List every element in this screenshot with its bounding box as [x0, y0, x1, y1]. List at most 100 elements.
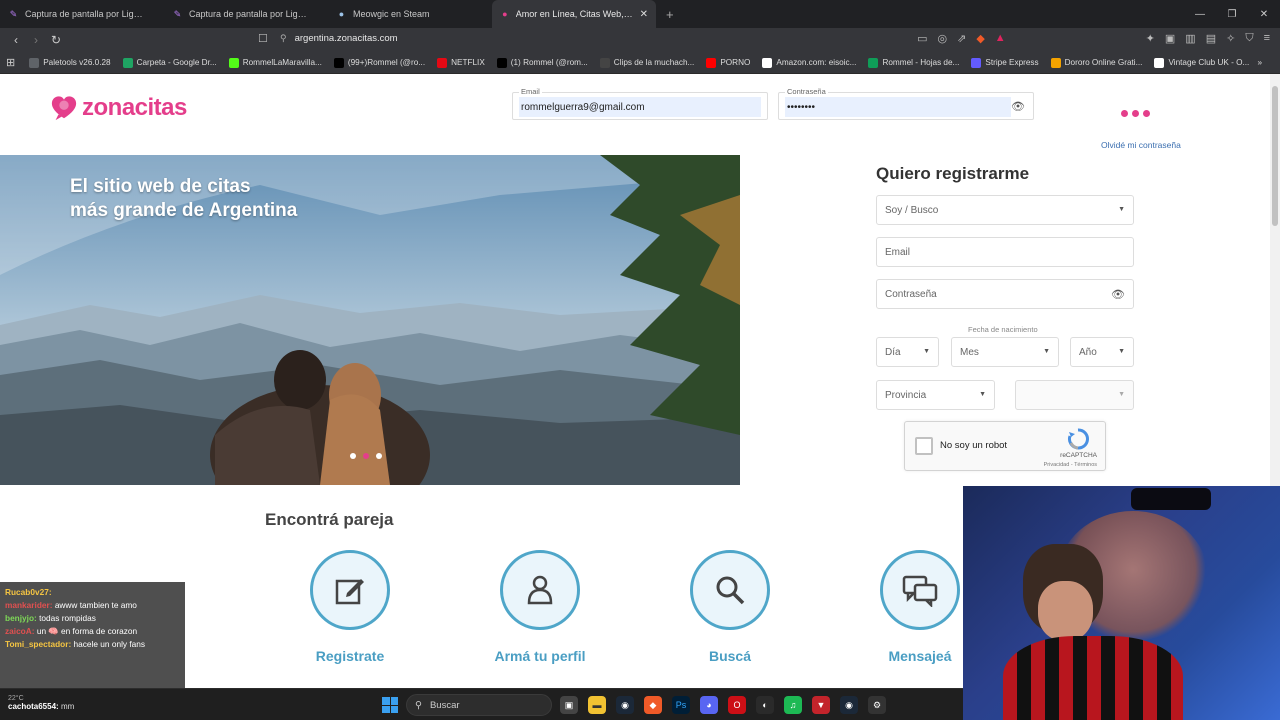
- minimize-button[interactable]: —: [1184, 0, 1216, 28]
- steam-icon-2[interactable]: ◉: [840, 696, 858, 714]
- feature-registrate[interactable]: Registrate: [270, 550, 430, 664]
- incognito-icon[interactable]: ◎: [937, 32, 947, 45]
- discord-icon[interactable]: ◕: [700, 696, 718, 714]
- bookmark-label: Amazon.com: eisoic...: [776, 58, 857, 67]
- spotify-icon[interactable]: ♫: [784, 696, 802, 714]
- soy-busco-select[interactable]: Soy / Busco ▼: [876, 195, 1134, 225]
- close-tab-icon[interactable]: ✕: [640, 9, 648, 20]
- bookmark-label: RommelLaMaravilla...: [242, 58, 322, 67]
- bookmark-item[interactable]: NETFLIX: [431, 57, 491, 68]
- apps-grid-icon[interactable]: ⊞: [6, 56, 23, 69]
- carousel-dot[interactable]: [376, 453, 382, 459]
- url-field[interactable]: ⚲ argentina.zonacitas.com: [280, 33, 398, 44]
- close-window-button[interactable]: ✕: [1248, 0, 1280, 28]
- more-bookmarks-icon[interactable]: »: [1257, 58, 1280, 67]
- bookmark-item[interactable]: Stripe Express: [965, 57, 1044, 68]
- opera-icon[interactable]: O: [728, 696, 746, 714]
- extensions-icon[interactable]: ✦: [1146, 32, 1155, 45]
- bookmark-label: Paletools v26.0.28: [43, 58, 111, 67]
- caret-down-icon: ▼: [1118, 348, 1125, 355]
- maximize-button[interactable]: ❐: [1216, 0, 1248, 28]
- brave-rewards-icon[interactable]: ▲: [995, 32, 1006, 45]
- feature-circle: [880, 550, 960, 630]
- password-value[interactable]: ••••••••: [785, 97, 1011, 117]
- brave-shield-icon[interactable]: ◆: [976, 32, 984, 45]
- windows-start-icon[interactable]: [382, 697, 398, 713]
- steam-icon: ●: [338, 9, 345, 19]
- day-select[interactable]: Día ▼: [876, 337, 939, 367]
- reload-icon[interactable]: ↻: [46, 33, 66, 47]
- bookmark-item[interactable]: Clips de la muchach...: [594, 57, 701, 68]
- app-icon[interactable]: ◐: [756, 696, 774, 714]
- province-select[interactable]: Provincia ▼: [876, 380, 995, 410]
- chat-text: todas rompidas: [39, 613, 96, 623]
- sidebar-icon[interactable]: ▥: [1185, 32, 1195, 45]
- bookmarks-bar: ⊞ Paletools v26.0.28 Carpeta - Google Dr.…: [0, 52, 1280, 74]
- bookmark-icon[interactable]: ☐: [258, 32, 268, 45]
- chat-username: zaicoA:: [5, 626, 35, 636]
- edit-icon: [335, 579, 364, 605]
- register-password-input[interactable]: Contraseña 👁: [876, 279, 1134, 309]
- netflix-icon: [437, 57, 448, 68]
- feature-busca[interactable]: Buscá: [650, 550, 810, 664]
- forgot-password-link[interactable]: Olvidé mi contraseña: [1101, 140, 1181, 150]
- wallet-icon[interactable]: ▣: [1165, 32, 1175, 45]
- year-select[interactable]: Año ▼: [1070, 337, 1134, 367]
- carousel-dot[interactable]: [350, 453, 356, 459]
- hero-title-line-1: El sitio web de citas: [70, 176, 251, 197]
- tab-lightshot-2[interactable]: ✎ Captura de pantalla por Lightshot: [164, 0, 328, 28]
- month-select[interactable]: Mes ▼: [951, 337, 1059, 367]
- bookmark-item[interactable]: Dororo Online Grati...: [1045, 57, 1149, 68]
- site-info-icon[interactable]: ⚲: [280, 33, 287, 44]
- bookmark-item[interactable]: Carpeta - Google Dr...: [117, 57, 223, 68]
- menu-icon[interactable]: ≡: [1264, 32, 1270, 45]
- scrollbar-thumb[interactable]: [1272, 86, 1278, 226]
- cast-icon[interactable]: ▭: [917, 32, 927, 45]
- bookmark-item[interactable]: RommelLaMaravilla...: [223, 57, 328, 68]
- new-tab-button[interactable]: +: [656, 0, 684, 28]
- carousel-dot-active[interactable]: [363, 453, 369, 459]
- brave-icon[interactable]: ◆: [644, 696, 662, 714]
- taskbar-search[interactable]: ⚲ Buscar: [406, 694, 552, 716]
- bookmark-item[interactable]: Paletools v26.0.28: [23, 57, 116, 68]
- bookmark-item[interactable]: Rommel - Hojas de...: [862, 57, 965, 68]
- photoshop-icon[interactable]: Ps: [672, 696, 690, 714]
- recaptcha-terms[interactable]: Privacidad - Términos: [1044, 462, 1097, 468]
- feature-circle: [690, 550, 770, 630]
- bookmark-item[interactable]: (99+)Rommel (@ro...: [328, 57, 431, 68]
- city-select[interactable]: ▼: [1015, 380, 1134, 410]
- bookmark-item[interactable]: (1) Rommel (@rom...: [491, 57, 594, 68]
- password-placeholder: Contraseña: [885, 288, 937, 300]
- share-icon[interactable]: ⇗: [957, 32, 966, 45]
- register-email-input[interactable]: Email: [876, 237, 1134, 267]
- tab-zonacitas[interactable]: ● Amor en Línea, Citas Web, Solos ✕: [492, 0, 656, 28]
- eye-icon[interactable]: 👁: [1111, 288, 1125, 301]
- taskbar-chat-line: 22°C cachota6554: mm: [8, 695, 74, 711]
- bookmark-item[interactable]: Amazon.com: eisoic...: [756, 57, 862, 68]
- steam-icon[interactable]: ◉: [616, 696, 634, 714]
- bookmark-label: Clips de la muchach...: [613, 58, 695, 67]
- tab-lightshot-1[interactable]: ✎ Captura de pantalla por Lightshot: [0, 0, 164, 28]
- email-label: Email: [519, 87, 542, 96]
- login-email-field[interactable]: Email rommelguerra9@gmail.com: [512, 87, 768, 120]
- vpn-icon[interactable]: ⛉: [1245, 32, 1253, 45]
- riot-icon[interactable]: ▼: [812, 696, 830, 714]
- email-value[interactable]: rommelguerra9@gmail.com: [519, 97, 761, 117]
- eye-icon[interactable]: 👁: [1011, 100, 1025, 113]
- back-icon[interactable]: ‹: [6, 33, 26, 47]
- settings-icon[interactable]: ⚙: [868, 696, 886, 714]
- bookmark-item[interactable]: Vintage Club UK - O...: [1148, 57, 1255, 68]
- site-logo[interactable]: zonacitas: [50, 94, 187, 122]
- folder-icon[interactable]: ▬: [588, 696, 606, 714]
- leo-icon[interactable]: ✧: [1226, 32, 1235, 45]
- bookmark-item[interactable]: PORNO: [700, 57, 756, 68]
- task-view-icon[interactable]: ▣: [560, 696, 578, 714]
- reading-list-icon[interactable]: ▤: [1206, 32, 1216, 45]
- feature-perfil[interactable]: Armá tu perfil: [460, 550, 620, 664]
- recaptcha-checkbox[interactable]: [915, 437, 933, 455]
- login-password-field[interactable]: Contraseña •••••••• 👁: [778, 87, 1034, 120]
- tab-steam[interactable]: ● Meowgic en Steam: [328, 0, 492, 28]
- globe-icon: [29, 57, 40, 68]
- tab-label: Amor en Línea, Citas Web, Solos: [515, 9, 634, 19]
- forward-icon[interactable]: ›: [26, 33, 46, 47]
